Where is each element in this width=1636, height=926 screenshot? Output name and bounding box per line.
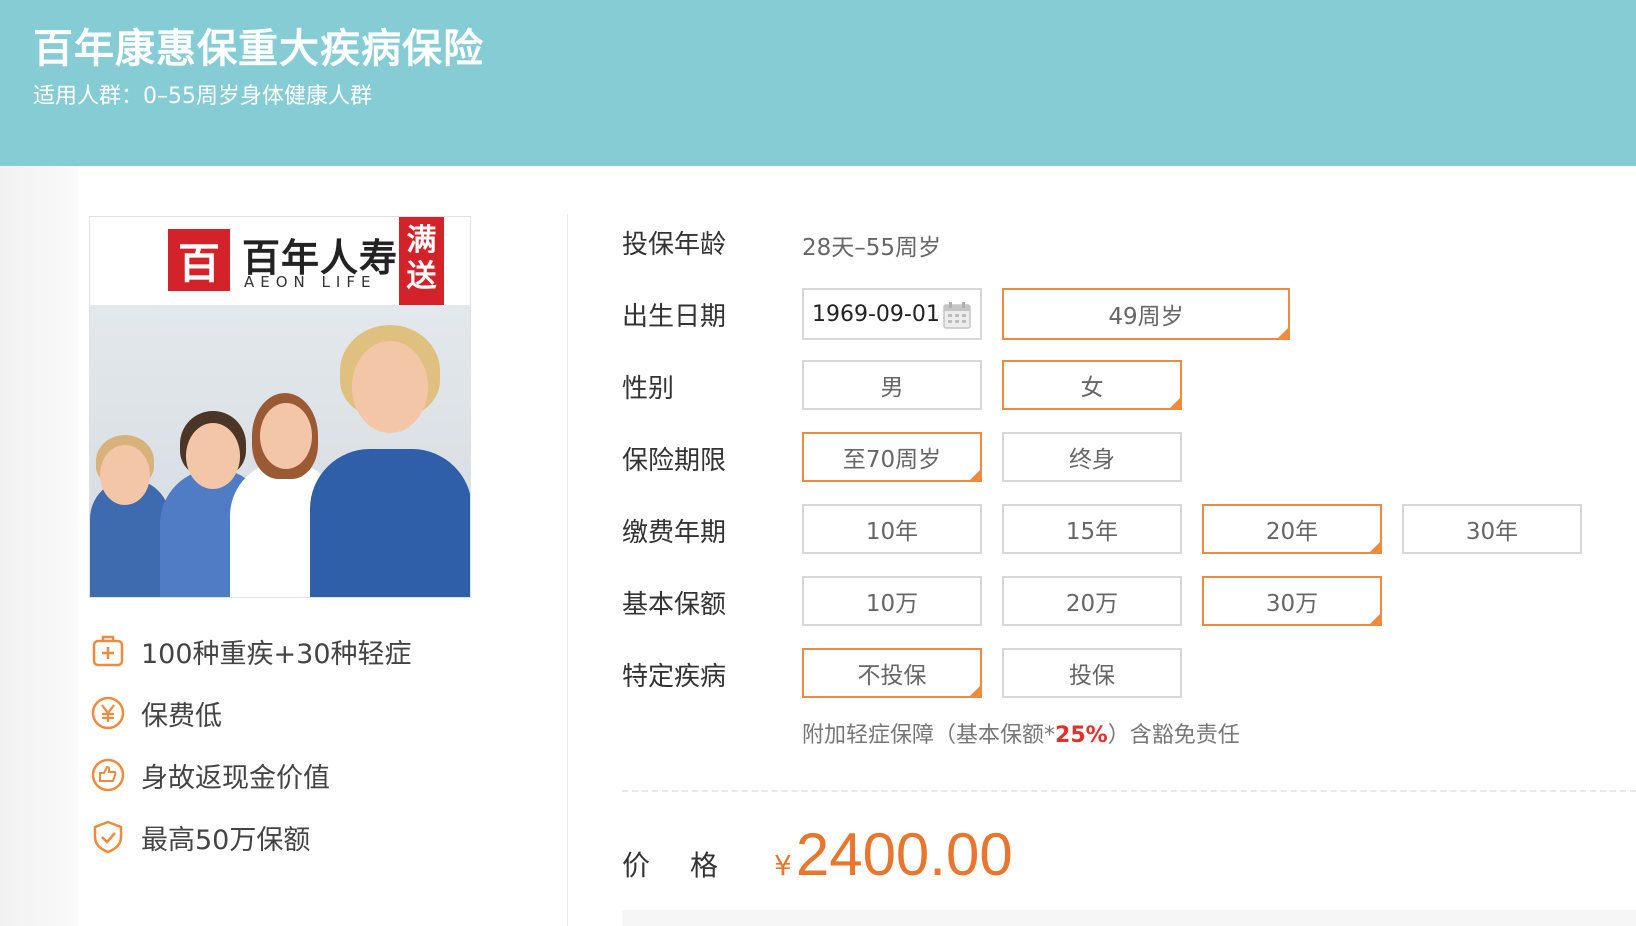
age-label: 投保年龄 (622, 230, 727, 260)
payment-option-30[interactable]: 30年 (1402, 504, 1582, 554)
product-image: 百 百年人寿 AEON LIFE 满 送 (89, 216, 471, 598)
calendar-icon[interactable] (942, 300, 972, 330)
currency-symbol: ¥ (774, 849, 792, 882)
birthdate-label: 出生日期 (622, 302, 727, 332)
note-highlight: 25% (1055, 723, 1108, 748)
term-label: 保险期限 (622, 446, 727, 476)
brand-name-en: AEON LIFE (244, 273, 377, 291)
age-display-box: 49周岁 (1002, 288, 1290, 340)
medical-kit-icon (92, 635, 124, 667)
gender-label: 性别 (622, 374, 675, 404)
nurses-photo (90, 305, 470, 597)
gender-option-male[interactable]: 男 (802, 360, 982, 410)
dashed-divider (622, 790, 1636, 792)
term-option-lifetime[interactable]: 终身 (1002, 432, 1182, 482)
disease-note: 附加轻症保障（基本保额*25%）含豁免责任 (802, 717, 1240, 749)
payment-option-10[interactable]: 10年 (802, 504, 982, 554)
payment-period-label: 缴费年期 (622, 518, 727, 548)
feature-text: 身故返现金价值 (141, 763, 330, 794)
promo-char: 满 (406, 223, 437, 258)
page-header: 百年康惠保重大疾病保险 适用人群：0–55周岁身体健康人群 (0, 0, 1636, 166)
feature-text: 100种重疾+30种轻症 (141, 639, 412, 670)
feature-item: 最高50万保额 (89, 814, 529, 858)
feature-text: 最高50万保额 (141, 825, 311, 856)
product-title: 百年康惠保重大疾病保险 (33, 26, 484, 72)
amount-option-10[interactable]: 10万 (802, 576, 982, 626)
feature-text: 保费低 (141, 701, 222, 732)
vertical-divider (567, 214, 568, 926)
disease-option-decline[interactable]: 不投保 (802, 648, 982, 698)
price-amount: 2400.00 (795, 821, 1013, 888)
person-figure (310, 305, 470, 597)
shield-check-icon (93, 820, 123, 854)
note-text-after: ）含豁免责任 (1107, 723, 1240, 748)
birthdate-input[interactable]: 1969-09-01 (802, 288, 982, 340)
specific-disease-label: 特定疾病 (622, 662, 727, 692)
note-text-before: 附加轻症保障（基本保额* (802, 723, 1056, 748)
gender-option-female[interactable]: 女 (1002, 360, 1182, 410)
amount-option-20[interactable]: 20万 (1002, 576, 1182, 626)
product-subtitle: 适用人群：0–55周岁身体健康人群 (33, 84, 372, 109)
yen-coin-icon (91, 696, 125, 730)
payment-option-15[interactable]: 15年 (1002, 504, 1182, 554)
price-display: ¥2400.00 (774, 820, 1013, 889)
hand-cash-icon (91, 758, 125, 792)
term-option-to-70[interactable]: 至70周岁 (802, 432, 982, 482)
birthdate-value: 1969-09-01 (812, 301, 940, 327)
feature-item: 保费低 (89, 690, 529, 734)
age-range-value: 28天–55周岁 (802, 235, 942, 261)
feature-item: 100种重疾+30种轻症 (89, 628, 529, 672)
amount-option-30[interactable]: 30万 (1202, 576, 1382, 626)
brand-logo-mark: 百 (168, 229, 230, 291)
payment-option-20[interactable]: 20年 (1202, 504, 1382, 554)
bottom-strip (622, 910, 1636, 926)
feature-item: 身故返现金价值 (89, 752, 529, 796)
disease-option-insure[interactable]: 投保 (1002, 648, 1182, 698)
price-label: 价格 (622, 849, 759, 882)
promo-char: 送 (406, 259, 437, 294)
left-band (0, 166, 78, 926)
coverage-amount-label: 基本保额 (622, 590, 727, 620)
